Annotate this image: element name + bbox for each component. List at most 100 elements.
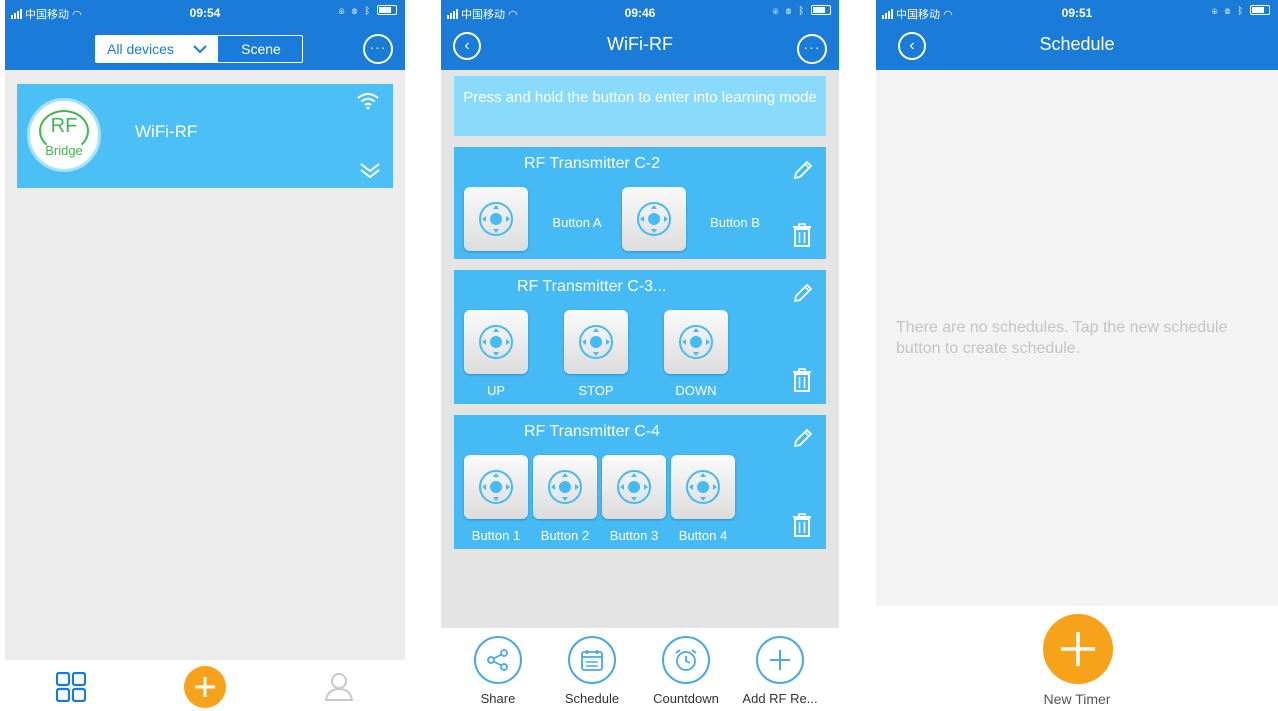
rf-transmitter-group: RF Transmitter C-3... UP STOP DOWN [454,270,826,404]
battery-icon [1250,5,1270,15]
add-rf-remote-label: Add RF Re... [742,691,818,706]
remote-pad-icon [686,470,720,504]
bluetooth-icon: ᛒ [364,6,373,17]
plus-icon [770,650,790,670]
lock-rotation-icon: ◉ [338,6,347,17]
remote-pad-icon [617,470,651,504]
add-rf-remote-action[interactable]: Add RF Re... [735,636,825,706]
button-label: Button 4 [678,528,728,543]
remote-button-3[interactable] [602,455,666,519]
add-device-button[interactable] [184,666,226,708]
trash-icon[interactable] [792,368,812,392]
bridge-logo-text: Bridge [45,143,83,158]
remote-button-4[interactable] [671,455,735,519]
more-options-button[interactable]: ··· [797,34,827,64]
countdown-action[interactable]: Countdown [641,636,731,706]
share-icon [487,649,508,671]
schedule-label: Schedule [564,691,620,706]
remote-button-1[interactable] [464,455,528,519]
status-bar: 中国移动 ◠ 09:46 ◉ ◍ ᛒ [441,4,839,24]
schedule-screen: 中国移动 ◠ 09:51 ◉ ◍ ᛒ ‹ Schedule There are … [876,0,1278,711]
alarm-clock-icon [675,649,697,671]
button-label: Button 1 [471,528,521,543]
calendar-icon [581,650,603,671]
button-label: STOP [578,383,614,398]
remote-pad-icon [679,325,713,359]
edit-pencil-icon[interactable] [792,427,814,449]
button-label: Button B [710,215,760,230]
wifi-icon [357,93,379,110]
top-bar: 中国移动 ◠ 09:54 ◉ ◍ ᛒ All devices Scene ··· [5,0,405,70]
rf-logo-text: RF [50,115,78,137]
profile-icon[interactable] [323,670,355,702]
status-bar: 中国移动 ◠ 09:54 ◉ ◍ ᛒ [5,4,405,24]
expand-chevron-icon[interactable] [359,162,381,180]
remote-button-up[interactable] [464,310,528,374]
edit-pencil-icon[interactable] [792,282,814,304]
bottom-area: New Timer [876,606,1278,711]
trash-icon[interactable] [792,223,812,247]
plus-icon [195,677,215,697]
status-bar: 中国移动 ◠ 09:51 ◉ ◍ ᛒ [876,4,1278,24]
remote-pad-icon [637,202,671,236]
countdown-label: Countdown [653,691,719,706]
device-name: WiFi-RF [135,122,198,141]
rf-transmitter-group: RF Transmitter C-4 Button 1 Button 2 But… [454,415,826,549]
alarm-icon: ◍ [785,6,794,17]
schedule-action[interactable]: Schedule [547,636,637,706]
remote-button-down[interactable] [664,310,728,374]
share-label: Share [480,691,516,706]
share-action[interactable]: Share [453,636,543,706]
rf-bridge-logo: RF Bridge [27,98,101,172]
lock-rotation-icon: ◉ [772,6,781,17]
learning-mode-hint: Press and hold the button to enter into … [454,76,826,136]
button-label: Button 3 [609,528,659,543]
remote-button-b[interactable] [622,187,686,251]
button-label: DOWN [675,383,717,398]
all-devices-dropdown[interactable]: All devices [96,36,218,62]
devices-grid-icon[interactable] [56,672,86,702]
alarm-icon: ◍ [1224,6,1233,17]
remote-button-stop[interactable] [564,310,628,374]
remote-button-a[interactable] [464,187,528,251]
remote-pad-icon [579,325,613,359]
action-bar: Share Schedule Countdown Add RF Re... [441,628,839,711]
lock-rotation-icon: ◉ [1211,6,1220,17]
plus-icon [1061,632,1095,666]
more-options-button[interactable]: ··· [363,34,393,64]
chevron-down-icon [192,36,208,62]
all-devices-label: All devices [107,41,174,57]
remote-button-2[interactable] [533,455,597,519]
new-timer-button[interactable] [1043,614,1113,684]
group-name: RF Transmitter C-2 [524,155,661,172]
new-timer-label: New Timer [1043,691,1111,707]
rf-remote-screen: 中国移动 ◠ 09:46 ◉ ◍ ᛒ ‹ WiFi-RF ··· Press a… [441,0,839,711]
bottom-tab-bar [5,660,405,711]
device-scene-toggle: All devices Scene [95,35,303,63]
bluetooth-icon: ᛒ [798,6,807,17]
top-bar: 中国移动 ◠ 09:46 ◉ ◍ ᛒ ‹ WiFi-RF ··· [441,0,839,70]
bluetooth-icon: ᛒ [1237,6,1246,17]
group-name: RF Transmitter C-3... [517,278,667,295]
group-name: RF Transmitter C-4 [524,423,661,440]
empty-state-message: There are no schedules. Tap the new sche… [896,319,1228,357]
remote-pad-icon [548,470,582,504]
alarm-icon: ◍ [351,6,360,17]
remote-pad-icon [479,202,513,236]
page-title: WiFi-RF [607,34,673,54]
page-title: Schedule [1039,34,1115,54]
button-label: Button 2 [540,528,590,543]
remote-pad-icon [479,325,513,359]
rf-transmitter-group: RF Transmitter C-2 Button A Button B [454,147,826,259]
device-card-wifi-rf[interactable]: RF Bridge WiFi-RF [17,84,393,188]
top-bar: 中国移动 ◠ 09:51 ◉ ◍ ᛒ ‹ Schedule [876,0,1278,70]
button-label: Button A [552,215,602,230]
button-label: UP [486,383,506,398]
battery-icon [377,5,397,15]
edit-pencil-icon[interactable] [792,159,814,181]
device-list-screen: 中国移动 ◠ 09:54 ◉ ◍ ᛒ All devices Scene ···… [5,0,405,711]
scene-tab[interactable]: Scene [218,36,302,62]
remote-pad-icon [479,470,513,504]
trash-icon[interactable] [792,513,812,537]
battery-icon [811,5,831,15]
